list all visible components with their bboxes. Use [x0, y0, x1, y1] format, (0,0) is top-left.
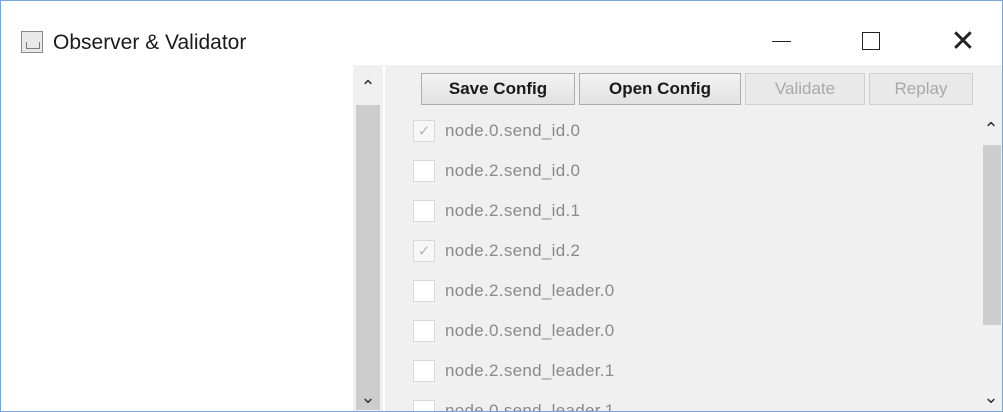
- minimize-button[interactable]: [758, 23, 804, 59]
- checkbox[interactable]: [413, 400, 435, 411]
- checkbox-row[interactable]: node.0.send_leader.1: [413, 397, 615, 412]
- replay-button[interactable]: Replay: [869, 73, 973, 105]
- checkbox-row[interactable]: node.2.send_leader.0: [413, 277, 615, 305]
- scroll-down-arrow-icon[interactable]: ⌄: [356, 385, 380, 409]
- checkbox-label: node.2.send_id.1: [445, 201, 581, 220]
- checkbox[interactable]: [413, 360, 435, 382]
- checkbox[interactable]: [413, 280, 435, 302]
- left-panel: [9, 65, 352, 411]
- validate-button[interactable]: Validate: [745, 73, 865, 105]
- checkbox-label: node.2.send_id.2: [445, 241, 581, 260]
- checkbox[interactable]: ✓: [413, 240, 435, 262]
- checkbox-label: node.0.send_leader.1: [445, 401, 615, 412]
- left-scrollbar[interactable]: ⌃ ⌄: [353, 65, 383, 411]
- checkbox[interactable]: [413, 160, 435, 182]
- scroll-up-arrow-icon[interactable]: ⌃: [356, 75, 380, 99]
- checkbox[interactable]: [413, 320, 435, 342]
- right-scrollbar[interactable]: ⌃ ⌄: [979, 65, 1002, 411]
- scroll-thumb[interactable]: [356, 105, 380, 410]
- title-bar[interactable]: Observer & Validator ✕: [1, 1, 1002, 65]
- scroll-up-arrow-icon[interactable]: ⌃: [979, 117, 1002, 141]
- save-config-button[interactable]: Save Config: [421, 73, 575, 105]
- checkbox-row[interactable]: node.2.send_leader.1: [413, 357, 615, 385]
- checkbox-label: node.2.send_id.0: [445, 161, 581, 180]
- checkbox-label: node.0.send_id.0: [445, 121, 581, 140]
- right-panel: Save Config Open Config Validate Replay …: [385, 65, 979, 412]
- window-title: Observer & Validator: [53, 31, 247, 54]
- app-window: Observer & Validator ✕ ⌃ ⌄ Save Config O…: [0, 0, 1003, 412]
- close-button[interactable]: ✕: [940, 23, 986, 59]
- scroll-down-arrow-icon[interactable]: ⌄: [979, 385, 1002, 409]
- maximize-button[interactable]: [848, 23, 894, 59]
- scroll-thumb[interactable]: [983, 145, 1001, 325]
- checkbox[interactable]: ✓: [413, 120, 435, 142]
- toolbar: Save Config Open Config Validate Replay: [421, 73, 973, 105]
- checkbox-label: node.2.send_leader.1: [445, 361, 615, 380]
- checkbox[interactable]: [413, 200, 435, 222]
- checkbox-label: node.0.send_leader.0: [445, 321, 615, 340]
- java-app-icon: [21, 31, 43, 53]
- checkbox-row[interactable]: ✓ node.0.send_id.0: [413, 117, 580, 145]
- checkbox-row[interactable]: node.2.send_id.0: [413, 157, 580, 185]
- checkbox-row[interactable]: ✓ node.2.send_id.2: [413, 237, 580, 265]
- checkbox-row[interactable]: node.0.send_leader.0: [413, 317, 615, 345]
- open-config-button[interactable]: Open Config: [579, 73, 741, 105]
- checkbox-label: node.2.send_leader.0: [445, 281, 615, 300]
- checkbox-row[interactable]: node.2.send_id.1: [413, 197, 580, 225]
